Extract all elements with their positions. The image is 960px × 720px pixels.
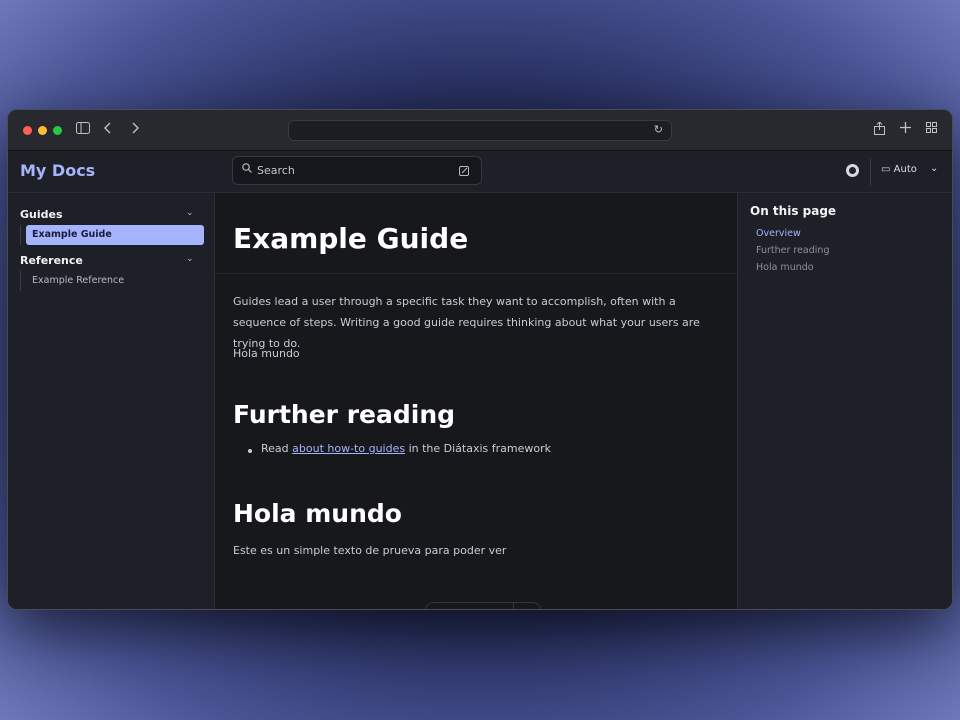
sidebar: Guides ⌄ Example Guide Reference ⌄ Examp…: [8, 193, 215, 609]
sidebar-item-example-reference[interactable]: Example Reference: [32, 275, 124, 286]
nav-indent-line: [20, 271, 21, 291]
share-icon[interactable]: [874, 121, 885, 140]
hola-mundo-paragraph: Este es un simple texto de prueva para p…: [233, 544, 507, 557]
list-item-suffix: in the Diátaxis framework: [405, 442, 551, 455]
chevron-left-icon[interactable]: [104, 122, 112, 139]
zoom-window-button[interactable]: [53, 126, 62, 135]
browser-toolbar: ↻: [8, 110, 952, 151]
how-to-guides-link[interactable]: about how-to guides: [292, 442, 405, 455]
list-item: Read about how-to guides in the Diátaxis…: [261, 442, 551, 455]
further-reading-heading: Further reading: [233, 400, 456, 429]
nav-indent-line: [20, 225, 21, 245]
chevron-down-icon[interactable]: ⌄: [186, 208, 194, 218]
table-of-contents: On this page Overview Further reading Ho…: [737, 193, 952, 609]
github-icon[interactable]: [846, 164, 859, 177]
monitor-icon: ▭: [881, 164, 894, 175]
address-bar[interactable]: ↻: [288, 120, 672, 141]
search-icon: [242, 163, 252, 176]
pagination-divider: [513, 603, 514, 609]
page-title: Example Guide: [233, 222, 469, 255]
minimize-window-button[interactable]: [38, 126, 47, 135]
toc-item-further-reading[interactable]: Further reading: [756, 245, 829, 256]
main-content: Example Guide Guides lead a user through…: [215, 193, 737, 609]
shortcut-icon: [459, 166, 469, 176]
hola-mundo-heading: Hola mundo: [233, 499, 402, 528]
sidebar-item-example-guide[interactable]: Example Guide: [26, 225, 204, 245]
site-header: My Docs Search ▭ Auto ⌄: [8, 151, 952, 193]
browser-window: ↻ My Docs Search ▭ Auto ⌄ Guides ⌄ Examp…: [8, 110, 952, 609]
hola-paragraph: Hola mundo: [233, 347, 300, 360]
toc-title: On this page: [750, 204, 837, 218]
reload-icon[interactable]: ↻: [654, 123, 663, 136]
list-item-prefix: Read: [261, 442, 293, 455]
chevron-down-icon[interactable]: ⌄: [930, 163, 938, 174]
toc-item-hola-mundo[interactable]: Hola mundo: [756, 262, 814, 273]
chevron-right-icon[interactable]: [131, 122, 139, 139]
header-divider: [870, 159, 871, 185]
plus-icon[interactable]: [900, 122, 911, 138]
close-window-button[interactable]: [23, 126, 32, 135]
sidebar-section-reference[interactable]: Reference: [20, 254, 83, 267]
theme-select[interactable]: ▭ Auto: [881, 164, 917, 175]
sidebar-section-guides[interactable]: Guides: [20, 208, 63, 221]
search-input[interactable]: Search: [232, 156, 482, 185]
chevron-down-icon[interactable]: ⌄: [186, 254, 194, 264]
window-controls: [23, 126, 62, 135]
toc-item-overview[interactable]: Overview: [756, 228, 801, 239]
site-title[interactable]: My Docs: [20, 161, 95, 180]
title-divider: [215, 273, 737, 274]
bullet-marker: [248, 449, 252, 453]
search-placeholder: Search: [257, 164, 295, 177]
pagination-control[interactable]: [424, 602, 542, 609]
grid-icon[interactable]: [926, 122, 937, 138]
theme-label: Auto: [893, 164, 917, 175]
sidebar-icon[interactable]: [76, 122, 90, 139]
